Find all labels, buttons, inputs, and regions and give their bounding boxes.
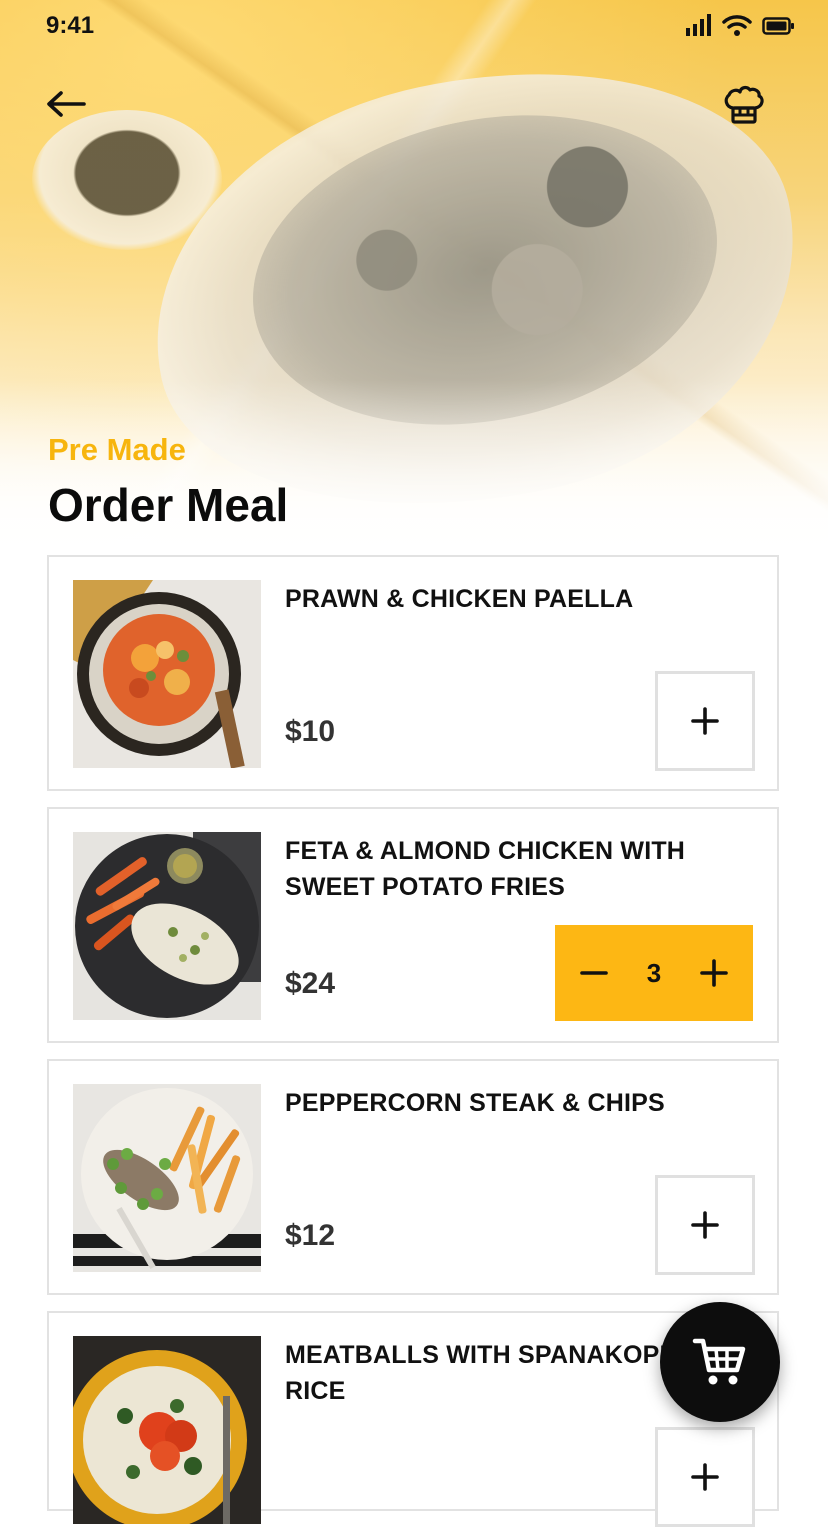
- status-icons: [686, 14, 794, 36]
- meal-image-steak-chips: [73, 1084, 261, 1272]
- page-title: Order Meal: [48, 479, 289, 531]
- sauce-bowl-illustration: [32, 110, 222, 250]
- meal-card[interactable]: FETA & ALMOND CHICKEN WITH SWEET POTATO …: [47, 807, 779, 1043]
- cart-button[interactable]: [660, 1302, 780, 1422]
- plus-icon: [691, 1211, 719, 1239]
- status-bar: 9:41: [0, 0, 828, 52]
- plus-icon: [700, 959, 728, 987]
- add-to-order-button[interactable]: [655, 1175, 755, 1275]
- meal-card[interactable]: PRAWN & CHICKEN PAELLA $10: [47, 555, 779, 791]
- wifi-icon: [722, 15, 752, 36]
- add-to-order-button[interactable]: [655, 671, 755, 771]
- hero-fade: [0, 380, 828, 560]
- add-to-order-button[interactable]: [655, 1427, 755, 1527]
- meal-name: PEPPERCORN STEAK & CHIPS: [285, 1089, 665, 1117]
- quantity-stepper: 3: [555, 925, 753, 1021]
- shopping-cart-icon: [692, 1338, 746, 1385]
- signal-icon: [686, 14, 711, 36]
- plus-icon: [691, 1463, 719, 1491]
- meal-name-line-2: SWEET POTATO FRIES: [285, 873, 566, 901]
- hero-image: [0, 0, 828, 560]
- increase-quantity-button[interactable]: [697, 956, 731, 990]
- back-button[interactable]: [38, 80, 94, 128]
- arrow-left-icon: [47, 91, 86, 117]
- meal-name: PRAWN & CHICKEN PAELLA: [285, 585, 634, 613]
- quantity-value: 3: [646, 957, 662, 988]
- status-time: 9:41: [46, 12, 95, 39]
- meal-name: FETA & ALMOND CHICKEN WITH SWEET POTATO …: [285, 833, 755, 905]
- decrease-quantity-button[interactable]: [577, 956, 611, 990]
- meal-image-feta-chicken: [73, 832, 261, 1020]
- chef-hat-button[interactable]: [716, 78, 772, 130]
- chef-hat-icon: [724, 85, 764, 124]
- meal-image-meatballs: [73, 1336, 261, 1524]
- meal-image-paella: [73, 580, 261, 768]
- meal-card[interactable]: PEPPERCORN STEAK & CHIPS $12: [47, 1059, 779, 1295]
- meal-price: $24: [285, 967, 336, 1000]
- meal-price: $12: [285, 1219, 336, 1252]
- meal-price: $10: [285, 715, 336, 748]
- plus-icon: [691, 707, 719, 735]
- meal-name-line-1: FETA & ALMOND CHICKEN WITH: [285, 837, 686, 865]
- minus-icon: [580, 971, 608, 975]
- section-subtitle: Pre Made: [48, 432, 186, 467]
- battery-icon: [762, 17, 794, 35]
